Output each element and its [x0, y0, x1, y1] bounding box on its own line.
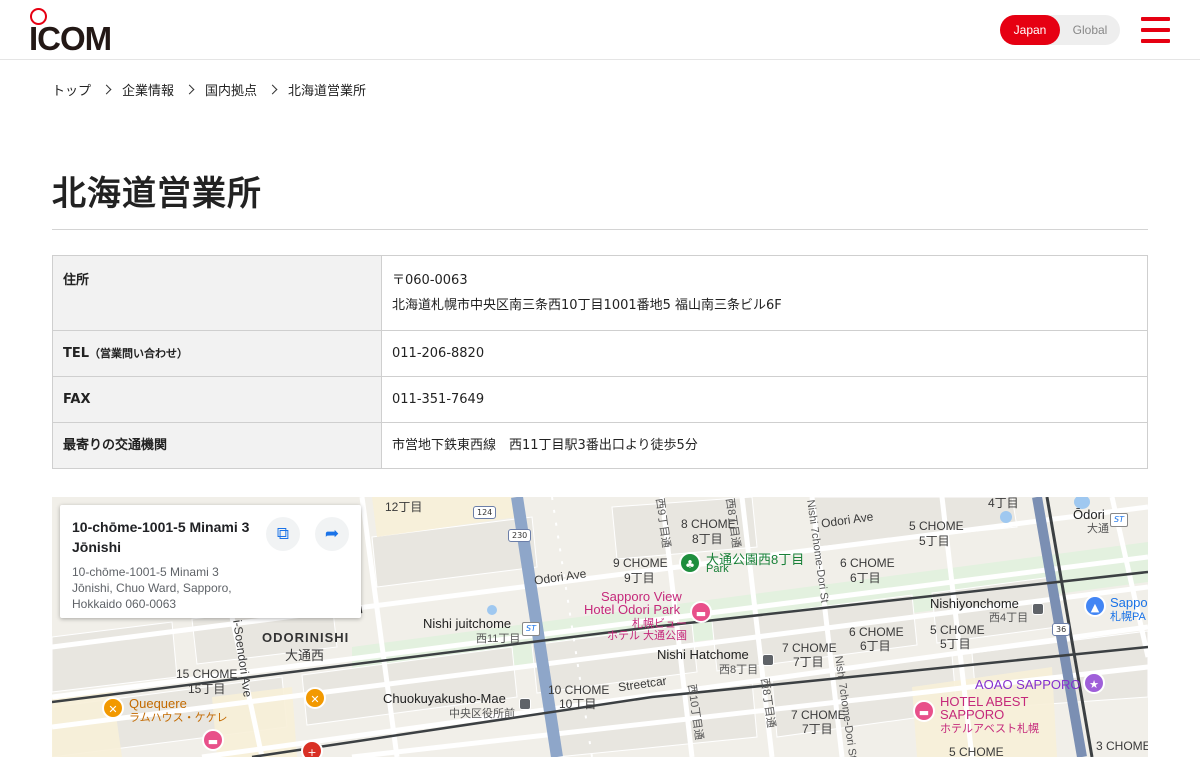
map-label-odorinishi: ODORINISHI	[262, 630, 350, 645]
breadcrumb-top[interactable]: トップ	[52, 80, 91, 99]
transit-label: 最寄りの交通機関	[52, 422, 382, 469]
map-label-15chome-jp: 15丁目	[188, 682, 226, 696]
table-row: FAX 011-351-7649	[52, 376, 1148, 423]
chevron-right-icon	[267, 84, 278, 94]
breadcrumb-company[interactable]: 企業情報	[122, 80, 174, 99]
page-title: 北海道営業所	[52, 174, 262, 214]
map-label-6chome-a: 6 CHOME	[840, 556, 895, 570]
map-label-chuokuyakusho[interactable]: Chuokuyakusho-Mae	[383, 691, 506, 706]
map-place-card: 10-chōme-1001-5 Minami 3 Jōnishi 10-chōm…	[60, 505, 361, 618]
map-label-sapporo-view-jp2: ホテル 大通公園	[607, 630, 688, 642]
map-label-9chome-jp: 9丁目	[624, 571, 655, 585]
route-230-shield: 230	[508, 529, 532, 542]
site-header: ICOM Japan Global	[0, 0, 1200, 60]
map-label-odorinishi-jp: 大通西	[285, 648, 325, 663]
transit-value: 市営地下鉄東西線 西11丁目駅3番出口より徒歩5分	[381, 422, 1148, 469]
place-address: 10-chōme-1001-5 Minami 3 Jōnishi, Chuo W…	[72, 565, 232, 611]
address-text: 北海道札幌市中央区南三条西10丁目1001番地5 福山南三条ビル6F	[392, 298, 782, 313]
address-cell: 〒060-0063 北海道札幌市中央区南三条西10丁目1001番地5 福山南三条…	[381, 255, 1148, 331]
logo-text: ICOM	[29, 20, 112, 57]
table-row: TEL（営業問い合わせ） 011-206-8820	[52, 330, 1148, 377]
route-124-shield: 124	[473, 506, 497, 519]
tel-value[interactable]: 011-206-8820	[381, 330, 1148, 377]
map-label-quequere-jp: ラムハウス・ケケレ	[129, 712, 228, 724]
title-divider	[52, 229, 1148, 230]
open-in-maps-icon[interactable]: ⧉	[266, 517, 300, 551]
office-info-table: 住所 〒060-0063 北海道札幌市中央区南三条西10丁目1001番地5 福山…	[52, 255, 1148, 469]
map-label-3chome: 3 CHOME	[1096, 739, 1148, 753]
map-label-nishi-8: 西8丁目	[719, 664, 759, 676]
map-label-7chome-b-jp: 7丁目	[802, 722, 833, 736]
map-label-chuokuyakusho-jp: 中央区役所前	[449, 708, 515, 720]
map-label-sapporo-right-jp: 札幌PA	[1110, 611, 1146, 623]
icom-logo[interactable]: ICOM	[29, 8, 121, 57]
map-label-6chome-a-jp: 6丁目	[850, 571, 881, 585]
map-label-nishi-11: 西11丁目	[476, 633, 521, 645]
language-switch: Japan Global	[1000, 15, 1120, 45]
map-label-park: Park	[706, 563, 729, 575]
map-label-5chome-a: 5 CHOME	[909, 519, 964, 533]
tram-stop-icon[interactable]	[1032, 603, 1044, 615]
tel-note: （営業問い合わせ）	[89, 347, 189, 360]
hotel-pin-icon[interactable]: ▬	[913, 700, 935, 722]
fax-value: 011-351-7649	[381, 376, 1148, 423]
map-label-7chome-a-jp: 7丁目	[793, 655, 824, 669]
table-row: 最寄りの交通機関 市営地下鉄東西線 西11丁目駅3番出口より徒歩5分	[52, 422, 1148, 469]
map-label-8chome-jp: 8丁目	[692, 532, 723, 546]
subway-icon[interactable]: ST	[1110, 513, 1128, 527]
breadcrumb: トップ 企業情報 国内拠点 北海道営業所	[52, 79, 366, 99]
map-label-6chome-b-jp: 6丁目	[860, 639, 891, 653]
chevron-right-icon	[184, 84, 195, 94]
restaurant-pin-icon[interactable]: ✕	[304, 687, 326, 709]
restaurant-pin-icon[interactable]: ✕	[102, 697, 124, 719]
subway-icon[interactable]: ST	[522, 622, 540, 636]
map-label-nishi-4: 西4丁目	[989, 612, 1029, 624]
park-pin-icon[interactable]: ♣	[679, 552, 701, 574]
map-label-5chome-b-jp: 5丁目	[940, 637, 971, 651]
map-label-hotel-abest-jp: ホテルアベスト札幌	[940, 723, 1039, 735]
table-row: 住所 〒060-0063 北海道札幌市中央区南三条西10丁目1001番地5 福山…	[52, 255, 1148, 331]
hamburger-menu-icon[interactable]	[1141, 17, 1171, 43]
tel-label-cell: TEL（営業問い合わせ）	[52, 330, 382, 377]
postal-code: 〒060-0063	[392, 273, 468, 288]
map-label-12chome: 12丁目	[385, 500, 423, 514]
map-label-4chome: 4丁目	[988, 497, 1019, 510]
map-label-5chome-c: 5 CHOME	[949, 745, 1004, 757]
route-36-shield: 36	[1052, 623, 1071, 636]
map-label-5chome-a-jp: 5丁目	[919, 534, 950, 548]
map-label-nishi-hatchome[interactable]: Nishi Hatchome	[657, 647, 749, 662]
directions-icon[interactable]: ➦	[315, 517, 349, 551]
place-title: 10-chōme-1001-5 Minami 3 Jōnishi	[72, 519, 250, 555]
map-label-9chome: 9 CHOME	[613, 556, 668, 570]
map-label-aoao[interactable]: AOAO SAPPORO	[975, 677, 1080, 692]
lang-japan-button[interactable]: Japan	[1000, 15, 1060, 45]
map-label-nishi-juitchome[interactable]: Nishi juitchome	[423, 616, 511, 631]
parking-pin-icon[interactable]: ▲	[1084, 595, 1106, 617]
chevron-right-icon	[101, 84, 112, 94]
attraction-pin-icon[interactable]: ★	[1083, 672, 1105, 694]
breadcrumb-current: 北海道営業所	[288, 83, 367, 99]
tel-label: TEL	[63, 346, 90, 361]
map-label-15chome: 15 CHOME	[176, 667, 238, 681]
hotel-pin-icon[interactable]: ▬	[690, 601, 712, 623]
tram-stop-icon[interactable]	[762, 654, 774, 666]
lang-global-button[interactable]: Global	[1060, 15, 1120, 45]
address-label: 住所	[52, 255, 382, 331]
map-label-10chome-jp: 10丁目	[559, 697, 597, 711]
hospital-pin-icon[interactable]: +	[301, 740, 323, 757]
google-map[interactable]: 124 230 36 12丁目 西13丁目通 8 CHOME 8丁目 9 CHO…	[52, 497, 1148, 757]
hotel-pin-icon[interactable]: ▬	[202, 729, 224, 751]
map-label-odori-jp: 大通	[1087, 523, 1109, 535]
tram-stop-icon[interactable]	[519, 698, 531, 710]
fax-label: FAX	[52, 376, 382, 423]
breadcrumb-offices[interactable]: 国内拠点	[205, 80, 257, 99]
